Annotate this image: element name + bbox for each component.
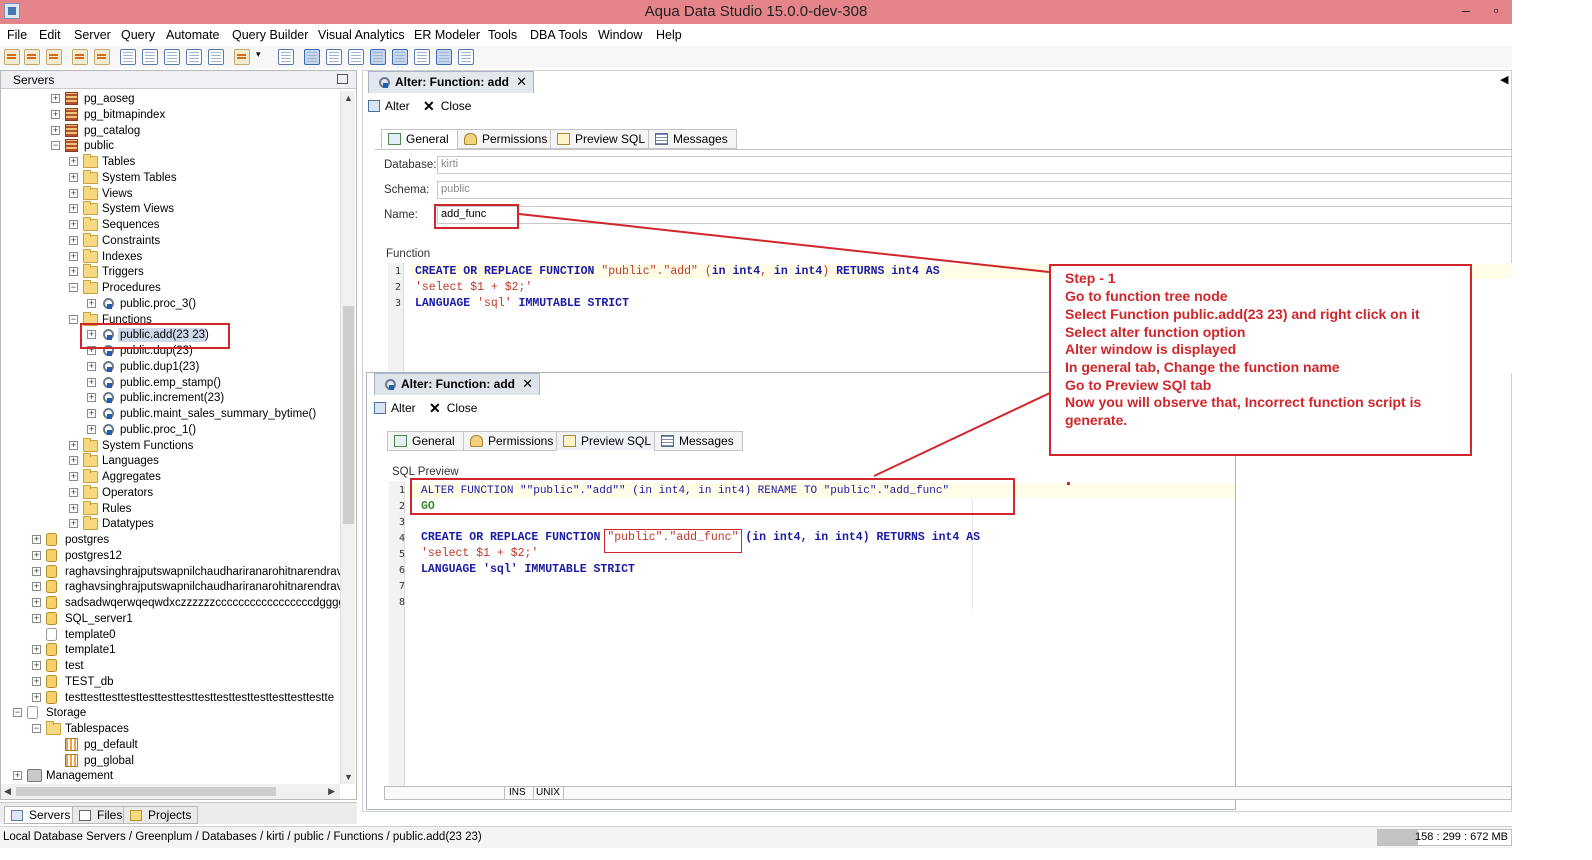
connector-alter-statement <box>873 391 1053 477</box>
annotation-line: Now you will observe that, Incorrect fun… <box>1065 394 1422 410</box>
annotation-line: Select alter function option <box>1065 324 1246 340</box>
connector-name-field <box>518 213 1050 273</box>
annotation-line: Go to function tree node <box>1065 288 1228 304</box>
annotation-line: In general tab, Change the function name <box>1065 359 1340 375</box>
status-bar: Local Database Servers / Greenplum / Dat… <box>0 826 1512 848</box>
annotation-line: Go to Preview SQl tab <box>1065 377 1212 393</box>
memory-indicator[interactable]: 158 : 299 : 672 MB <box>1377 829 1512 846</box>
annotation-callout: Step - 1 Go to function tree node Select… <box>1049 264 1472 456</box>
annotation-line: Select Function public.add(23 23) and ri… <box>1065 306 1420 322</box>
annotation-line: Alter window is displayed <box>1065 341 1237 357</box>
memory-fill <box>1378 830 1418 845</box>
annotation-line: generate. <box>1065 412 1128 428</box>
breadcrumb: Local Database Servers / Greenplum / Dat… <box>3 831 482 843</box>
annotation-line: Step - 1 <box>1065 270 1116 286</box>
memory-text: 158 : 299 : 672 MB <box>1415 831 1508 843</box>
